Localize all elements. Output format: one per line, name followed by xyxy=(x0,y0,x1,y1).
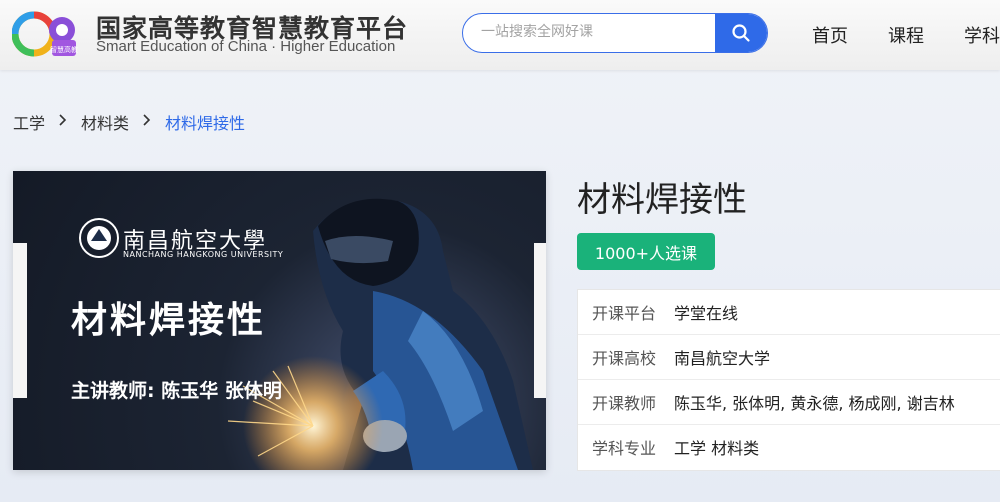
info-label: 学科专业 xyxy=(592,439,657,458)
info-row-university: 开课高校 南昌航空大学 xyxy=(578,335,1000,380)
search-icon xyxy=(732,24,750,42)
cover-university-english: NANCHANG HANGKONG UNIVERSITY xyxy=(123,250,284,259)
cover-right-frame xyxy=(534,243,546,398)
chevron-right-icon xyxy=(143,114,151,130)
nav-courses[interactable]: 课程 xyxy=(888,22,924,48)
page: 智慧高教 国家高等教育智慧教育平台 Smart Education of Chi… xyxy=(0,0,1000,502)
info-value[interactable]: 学堂在线 xyxy=(674,300,738,324)
info-row-subject: 学科专业 工学 材料类 xyxy=(578,425,1000,469)
chevron-right-icon xyxy=(59,114,67,130)
info-value: 陈玉华, 张体明, 黄永德, 杨成刚, 谢吉林 xyxy=(674,394,955,413)
logo-badge-text: 智慧高教 xyxy=(50,45,78,54)
cover-teachers: 主讲教师: 陈玉华 张体明 xyxy=(71,380,282,402)
info-label: 开课高校 xyxy=(592,349,657,368)
top-header: 智慧高教 国家高等教育智慧教育平台 Smart Education of Chi… xyxy=(0,0,1000,70)
logo-subtitle: Smart Education of China · Higher Educat… xyxy=(96,38,396,55)
breadcrumb-item-materials[interactable]: 材料类 xyxy=(81,110,129,134)
smart-education-logo-icon[interactable]: 智慧高教 xyxy=(11,8,82,60)
course-cover-image: 南昌航空大學 NANCHANG HANGKONG UNIVERSITY 材料焊接… xyxy=(13,171,546,470)
breadcrumb-current: 材料焊接性 xyxy=(165,114,246,133)
course-title: 材料焊接性 xyxy=(577,180,747,220)
info-row-teachers: 开课教师 陈玉华, 张体明, 黄永德, 杨成刚, 谢吉林 xyxy=(578,380,1000,425)
search-input[interactable] xyxy=(463,14,721,50)
cover-left-frame xyxy=(13,243,27,398)
search-button[interactable] xyxy=(715,14,767,52)
nav-home[interactable]: 首页 xyxy=(812,22,848,48)
info-row-platform: 开课平台 学堂在线 xyxy=(578,290,1000,335)
breadcrumb: 工学 材料类 材料焊接性 xyxy=(13,110,245,134)
search-box xyxy=(462,13,768,53)
info-label: 开课教师 xyxy=(592,394,657,413)
cover-background: 南昌航空大學 NANCHANG HANGKONG UNIVERSITY 材料焊接… xyxy=(13,171,546,470)
enroll-count-badge: 1000+人选课 xyxy=(577,233,715,270)
nav-subjects[interactable]: 学科 xyxy=(964,22,1000,48)
info-value: 工学 材料类 xyxy=(674,439,760,458)
info-label: 开课平台 xyxy=(592,304,657,323)
course-info-table: 开课平台 学堂在线 开课高校 南昌航空大学 开课教师 陈玉华, 张体明, 黄永德… xyxy=(577,289,1000,471)
info-value[interactable]: 南昌航空大学 xyxy=(674,345,770,369)
breadcrumb-item-engineering[interactable]: 工学 xyxy=(13,110,45,134)
cover-course-title: 材料焊接性 xyxy=(71,300,267,341)
